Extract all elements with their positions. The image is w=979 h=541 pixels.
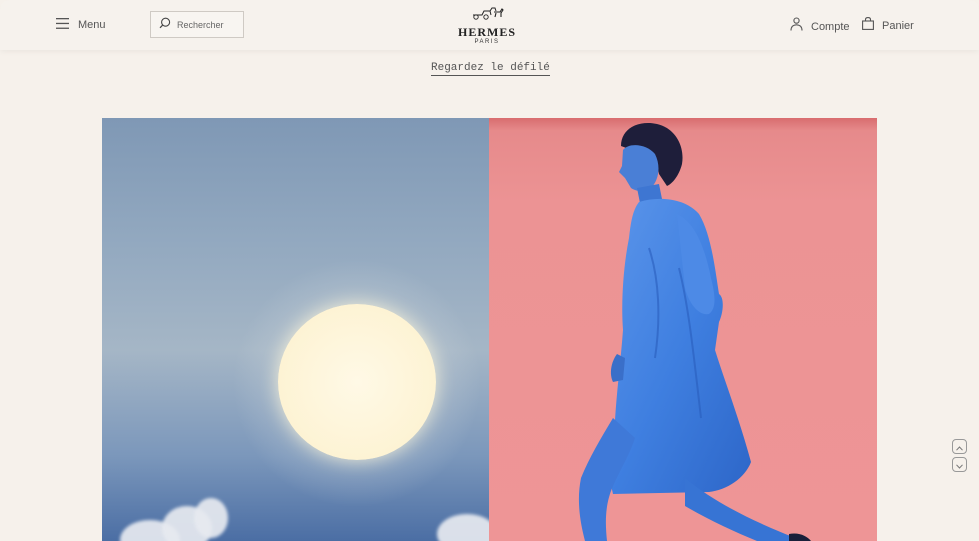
hermes-logo[interactable]: HERMES PARIS — [455, 6, 519, 45]
chevron-up-icon — [956, 438, 963, 456]
scroll-down-button[interactable] — [952, 457, 967, 472]
model-pink-backdrop-image — [489, 118, 877, 541]
sun — [278, 304, 436, 460]
account-button[interactable]: Compte — [790, 17, 850, 36]
chevron-down-icon — [956, 456, 963, 474]
bag-icon — [862, 17, 874, 35]
menu-label: Menu — [78, 19, 106, 31]
hero-banner[interactable] — [102, 118, 877, 541]
page: Menu Rechercher HERMES PARIS Compte Pani… — [0, 0, 979, 541]
cart-label: Panier — [882, 20, 914, 32]
menu-button[interactable]: Menu — [56, 15, 106, 35]
hamburger-icon — [56, 16, 69, 34]
site-header: Menu Rechercher HERMES PARIS Compte Pani… — [0, 0, 979, 50]
carriage-icon — [470, 7, 504, 24]
cloud — [194, 498, 228, 538]
search-placeholder: Rechercher — [177, 19, 224, 30]
cart-button[interactable]: Panier — [862, 17, 914, 35]
watch-show-link[interactable]: Regardez le défilé — [431, 62, 550, 76]
model-figure — [578, 122, 811, 541]
scroll-controls — [952, 439, 967, 475]
scroll-up-button[interactable] — [952, 439, 967, 454]
search-icon — [159, 16, 171, 34]
cloud — [437, 514, 489, 541]
logo-brand: HERMES — [457, 25, 516, 39]
logo-city: PARIS — [474, 39, 500, 45]
sun-sky-image — [102, 118, 489, 541]
search-input[interactable]: Rechercher — [150, 11, 244, 38]
account-label: Compte — [811, 20, 850, 33]
user-icon — [790, 17, 803, 36]
